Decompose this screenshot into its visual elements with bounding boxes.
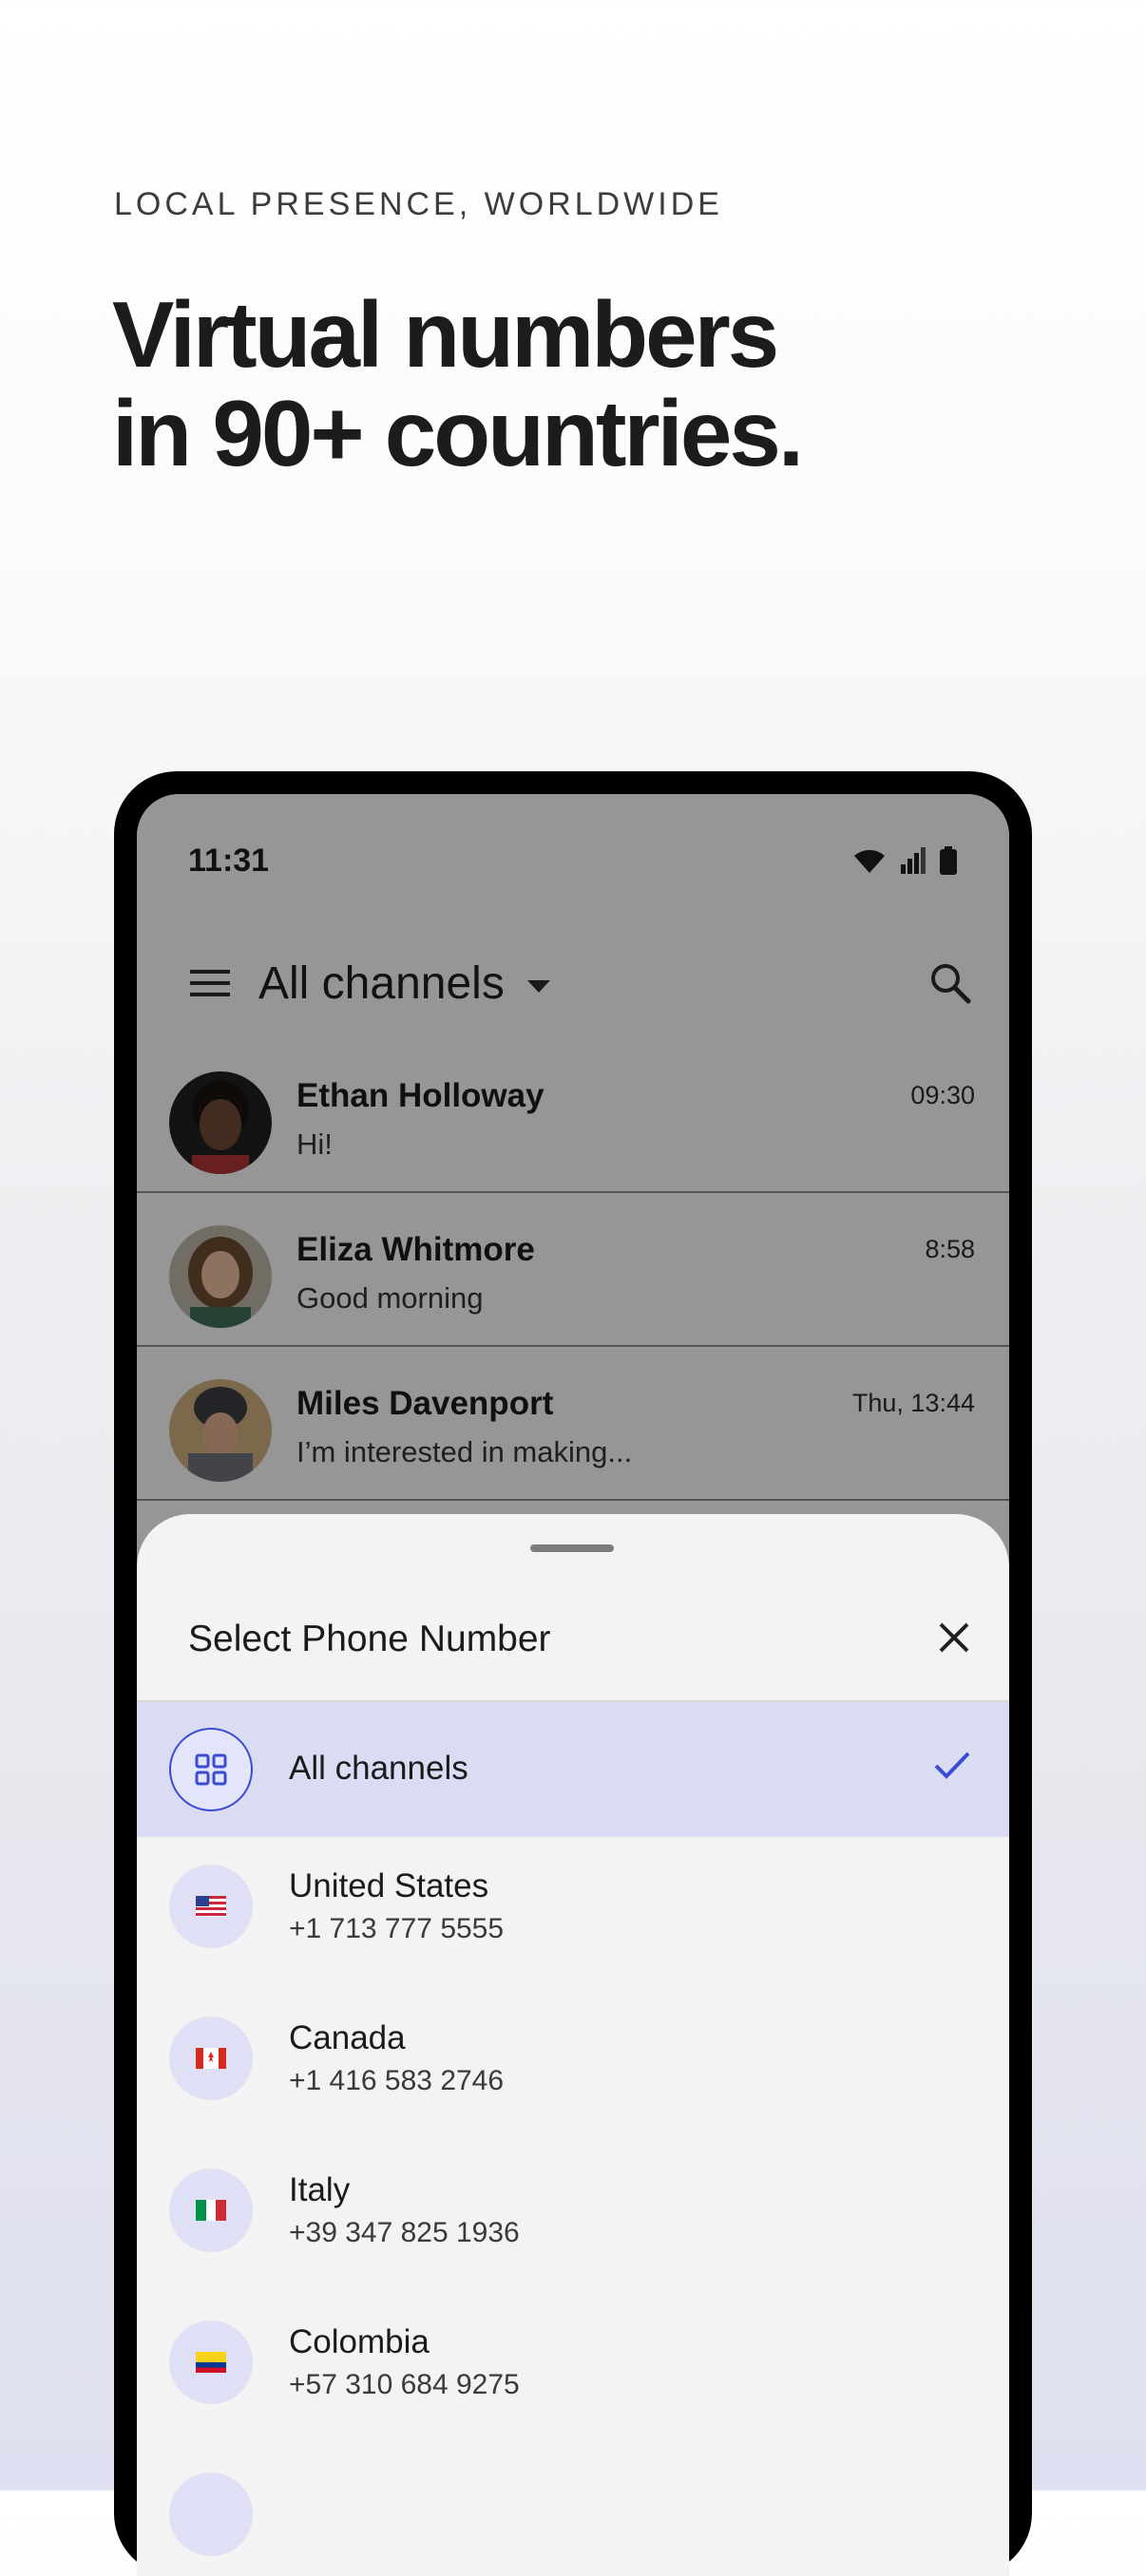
option-partial[interactable]	[137, 2447, 1009, 2576]
phone-screen: 11:31 All channels Ethan Holloway Hi! 09…	[137, 794, 1009, 2576]
select-number-sheet: Select Phone Number All channels United …	[137, 1514, 1009, 2576]
option-icon-circle	[169, 2169, 253, 2252]
promo-tagline: LOCAL PRESENCE, WORLDWIDE	[114, 186, 723, 222]
option-phone-number: +57 310 684 9275	[289, 2369, 520, 2400]
conversation-row[interactable]: Miles Davenport I’m interested in making…	[137, 1347, 1009, 1501]
option-all-channels[interactable]: All channels	[137, 1702, 1009, 1837]
avatar	[169, 1379, 272, 1482]
conversation-row[interactable]: Eliza Whitmore Good morning 8:58	[137, 1193, 1009, 1347]
option-label: Canada	[289, 2019, 406, 2056]
option-phone-number: +1 713 777 5555	[289, 1913, 505, 1944]
option-label: All channels	[289, 1750, 468, 1787]
status-bar: 11:31	[137, 794, 1009, 927]
contact-name: Miles Davenport	[296, 1385, 554, 1422]
channels-header: All channels	[137, 927, 1009, 1039]
message-preview: I’m interested in making...	[296, 1435, 633, 1468]
option-label: Italy	[289, 2171, 351, 2208]
message-time: 09:30	[910, 1081, 975, 1109]
status-icons	[851, 846, 958, 875]
message-time: Thu, 13:44	[851, 1389, 975, 1417]
grid-icon	[195, 1753, 227, 1786]
avatar	[169, 1071, 272, 1174]
search-icon[interactable]	[929, 962, 971, 1004]
contact-name: Eliza Whitmore	[296, 1231, 535, 1268]
caret-down-icon[interactable]	[526, 980, 550, 994]
canada-flag-icon	[196, 2048, 226, 2069]
message-time: 8:58	[925, 1235, 975, 1263]
option-icon-circle	[169, 1865, 253, 1948]
signal-icon	[901, 847, 926, 874]
battery-icon	[940, 846, 957, 875]
option-label: Colombia	[289, 2323, 430, 2360]
message-preview: Hi!	[296, 1127, 333, 1161]
headline-line-2: in 90+ countries.	[112, 381, 804, 485]
checkmark-icon	[934, 1752, 970, 1779]
option-label: United States	[289, 1867, 489, 1904]
hamburger-menu-icon[interactable]	[190, 968, 230, 998]
option-icon-circle	[169, 2472, 253, 2556]
italy-flag-icon	[196, 2200, 226, 2221]
avatar	[169, 1225, 272, 1328]
status-time: 11:31	[188, 842, 270, 879]
message-preview: Good morning	[296, 1281, 484, 1315]
option-phone-number: +1 416 583 2746	[289, 2065, 505, 2096]
colombia-flag-icon	[196, 2352, 226, 2373]
promo-headline: Virtual numbers in 90+ countries.	[112, 282, 804, 485]
wifi-icon	[854, 849, 885, 873]
sheet-title: Select Phone Number	[188, 1619, 551, 1659]
sheet-drag-handle[interactable]	[530, 1544, 614, 1552]
option-united-states[interactable]: United States +1 713 777 5555	[137, 1839, 1009, 1974]
option-phone-number: +39 347 825 1936	[289, 2217, 520, 2248]
close-icon[interactable]	[937, 1620, 971, 1655]
option-icon-circle	[169, 2320, 253, 2404]
phone-frame: 11:31 All channels Ethan Holloway Hi! 09…	[114, 771, 1032, 2576]
headline-line-1: Virtual numbers	[112, 282, 779, 387]
option-icon-circle	[169, 1728, 253, 1811]
us-flag-icon	[196, 1896, 226, 1917]
option-italy[interactable]: Italy +39 347 825 1936	[137, 2143, 1009, 2278]
contact-name: Ethan Holloway	[296, 1077, 544, 1114]
option-icon-circle	[169, 2017, 253, 2100]
option-colombia[interactable]: Colombia +57 310 684 9275	[137, 2295, 1009, 2430]
conversation-row[interactable]: Ethan Holloway Hi! 09:30	[137, 1039, 1009, 1193]
option-canada[interactable]: Canada +1 416 583 2746	[137, 1991, 1009, 2126]
channels-dropdown-title[interactable]: All channels	[258, 957, 505, 1010]
